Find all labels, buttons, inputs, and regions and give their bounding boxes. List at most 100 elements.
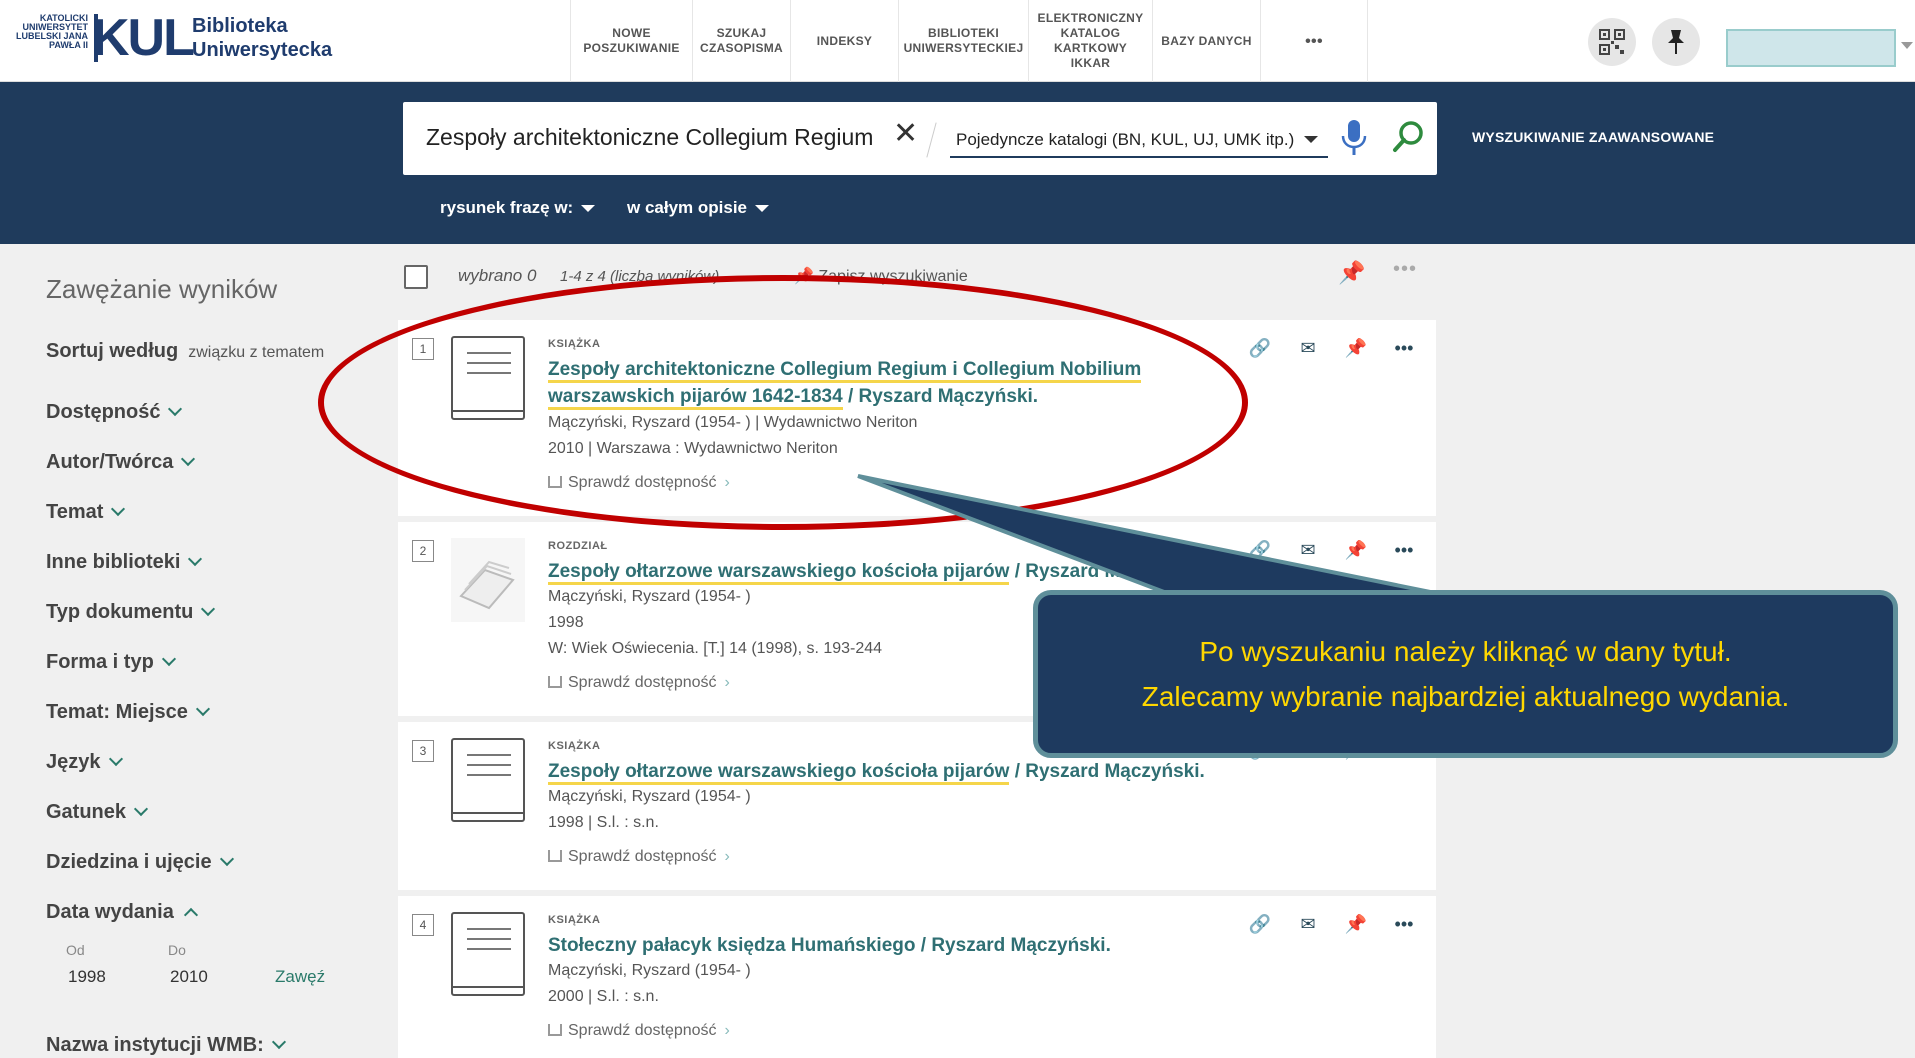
link-icon[interactable]: 🔗: [1246, 334, 1274, 362]
book-icon: [451, 738, 525, 822]
sort-control[interactable]: Sortuj według związku z tematem: [46, 340, 324, 363]
result-number[interactable]: 2: [412, 540, 434, 562]
result-author-suffix: / Ryszard Mączyński.: [842, 386, 1039, 407]
more-icon[interactable]: •••: [1390, 334, 1418, 362]
result-number[interactable]: 4: [412, 914, 434, 936]
result-item[interactable]: 4 KSIĄŻKA Stołeczny pałacyk księdza Huma…: [398, 896, 1436, 1058]
facet-subject-place[interactable]: Temat: Miejsce: [46, 701, 210, 724]
chevron-down-icon[interactable]: [1901, 42, 1913, 49]
chevron-down-icon: [168, 401, 183, 417]
facet-document-type[interactable]: Typ dokumentu: [46, 601, 216, 624]
nav-databases[interactable]: BAZY DANYCH: [1152, 0, 1260, 82]
check-availability-link[interactable]: Sprawdź dostępność ›: [548, 674, 730, 692]
more-icon[interactable]: •••: [1390, 910, 1418, 938]
facet-field[interactable]: Dziedzina i ujęcie: [46, 851, 234, 874]
more-icon[interactable]: •••: [1393, 258, 1417, 281]
result-actions: 🔗 ✉ 📌 •••: [1246, 334, 1418, 362]
chevron-right-icon: ›: [724, 1022, 730, 1039]
mail-icon[interactable]: ✉: [1294, 910, 1322, 938]
result-publication-line: 1998: [548, 614, 584, 631]
more-icon[interactable]: •••: [1390, 536, 1418, 564]
facet-subject[interactable]: Temat: [46, 501, 126, 524]
link-icon[interactable]: 🔗: [1246, 910, 1274, 938]
nav-more-button[interactable]: •••: [1260, 0, 1368, 82]
check-availability-link[interactable]: Sprawdź dostępność ›: [548, 848, 730, 866]
library-logo[interactable]: KATOLICKI UNIWERSYTET LUBELSKI JANA PAWŁ…: [6, 12, 336, 70]
book-icon: [548, 476, 562, 488]
result-number[interactable]: 1: [412, 338, 434, 360]
mail-icon[interactable]: ✉: [1294, 334, 1322, 362]
pin-icon[interactable]: 📌: [1338, 260, 1365, 286]
pin-icon[interactable]: 📌: [1342, 536, 1370, 564]
availability-label: Sprawdź dostępność: [568, 848, 717, 865]
result-author-line: Mączyński, Ryszard (1954- ): [548, 962, 751, 979]
check-availability-link[interactable]: Sprawdź dostępność ›: [548, 1022, 730, 1040]
facet-label: Gatunek: [46, 801, 127, 823]
nav-card-catalog[interactable]: ELEKTRONICZNY KATALOG KARTKOWY IKKAR: [1028, 0, 1152, 82]
facet-label: Forma i typ: [46, 651, 154, 673]
facet-other-libraries[interactable]: Inne biblioteki: [46, 551, 203, 574]
callout-line-1: Po wyszukaniu należy kliknąć w dany tytu…: [1199, 636, 1732, 667]
result-type: KSIĄŻKA: [548, 914, 601, 926]
result-author-suffix: / Ryszard Mączyński.: [1009, 761, 1205, 782]
results-header: wybrano 0 1-4 z 4 (liczba wyników) 📌 Zap…: [398, 244, 1436, 320]
nav-university-libraries[interactable]: BIBLIOTEKI UNIWERSYTECKIEJ: [898, 0, 1028, 82]
facet-author[interactable]: Autor/Twórca: [46, 451, 196, 474]
result-title-link[interactable]: Zespoły architektoniczne Collegium Regiu…: [548, 356, 1208, 410]
result-actions: 🔗 ✉ 📌 •••: [1246, 910, 1418, 938]
nav-new-search[interactable]: NOWE POSZUKIWANIE: [570, 0, 692, 82]
select-all-checkbox[interactable]: [404, 265, 428, 289]
result-author-line: Mączyński, Ryszard (1954- ): [548, 788, 751, 805]
result-publication-line: 1998 | S.l. : s.n.: [548, 814, 659, 831]
facet-language[interactable]: Język: [46, 751, 123, 774]
results-count-dropdown[interactable]: 1-4 z 4 (liczba wyników): [560, 268, 719, 285]
save-search-button[interactable]: 📌 Zapisz wyszukiwanie: [794, 266, 968, 286]
apply-date-button[interactable]: Zawęź: [275, 967, 325, 987]
facet-form-type[interactable]: Forma i typ: [46, 651, 176, 674]
book-icon: [548, 676, 562, 688]
divider: [926, 122, 937, 158]
nav-find-journal[interactable]: SZUKAJ CZASOPISMA: [692, 0, 790, 82]
date-to-input[interactable]: 2010: [170, 967, 208, 987]
result-publication-line: 2010 | Warszawa : Wydawnictwo Neriton: [548, 440, 838, 457]
facet-publication-date[interactable]: Data wydania: [46, 901, 198, 924]
filter-type-dropdown[interactable]: rysunek frazę w:: [440, 198, 596, 218]
nav-indexes[interactable]: INDEKSY: [790, 0, 898, 82]
availability-label: Sprawdź dostępność: [568, 1022, 717, 1039]
facet-institution[interactable]: Nazwa instytucji WMB:: [46, 1034, 286, 1057]
close-icon[interactable]: ✕: [893, 116, 918, 151]
facet-label: Temat: Miejsce: [46, 701, 188, 723]
scope-select[interactable]: Pojedyncze katalogi (BN, KUL, UJ, UMK it…: [950, 122, 1328, 158]
result-author-line: Mączyński, Ryszard (1954- ) | Wydawnictw…: [548, 414, 918, 431]
date-from-input[interactable]: 1998: [68, 967, 106, 987]
user-account-box[interactable]: [1726, 29, 1896, 67]
check-availability-link[interactable]: Sprawdź dostępność ›: [548, 474, 730, 492]
search-icon[interactable]: [1391, 118, 1427, 158]
pin-icon[interactable]: 📌: [1342, 334, 1370, 362]
mail-icon[interactable]: ✉: [1294, 536, 1322, 564]
result-title-link[interactable]: Zespoły ołtarzowe warszawskiego kościoła…: [548, 558, 1208, 585]
advanced-search-link[interactable]: WYSZUKIWANIE ZAAWANSOWANE: [1472, 129, 1714, 145]
chevron-down-icon: [271, 1034, 286, 1050]
chevron-down-icon: [581, 205, 596, 213]
facet-sidebar: Zawężanie wyników Sortuj według związku z…: [0, 244, 390, 1058]
microphone-icon[interactable]: [1340, 118, 1368, 158]
result-title-link[interactable]: Stołeczny pałacyk księdza Humańskiego / …: [548, 932, 1208, 959]
facet-genre[interactable]: Gatunek: [46, 801, 149, 824]
filter-field-dropdown[interactable]: w całym opisie: [627, 198, 769, 218]
filter-type-label: rysunek frazę w:: [440, 198, 574, 217]
sort-label: Sortuj według: [46, 340, 179, 362]
result-item[interactable]: 1 KSIĄŻKA Zespoły architektoniczne Colle…: [398, 320, 1436, 516]
result-title-link[interactable]: Zespoły ołtarzowe warszawskiego kościoła…: [548, 758, 1208, 785]
search-input[interactable]: Zespoły architektoniczne Collegium Regiu…: [426, 124, 881, 151]
pin-icon[interactable]: 📌: [1342, 910, 1370, 938]
result-number[interactable]: 3: [412, 740, 434, 762]
logo-name-line-2: Uniwersytecka: [192, 39, 333, 61]
qr-code-icon[interactable]: [1588, 18, 1636, 66]
link-icon[interactable]: 🔗: [1246, 536, 1274, 564]
pin-icon[interactable]: [1652, 18, 1700, 66]
search-box: Zespoły architektoniczne Collegium Regiu…: [403, 102, 1437, 175]
facet-availability[interactable]: Dostępność: [46, 401, 183, 424]
top-bar: KATOLICKI UNIWERSYTET LUBELSKI JANA PAWŁ…: [0, 0, 1915, 82]
search-band: Zespoły architektoniczne Collegium Regiu…: [0, 82, 1915, 244]
